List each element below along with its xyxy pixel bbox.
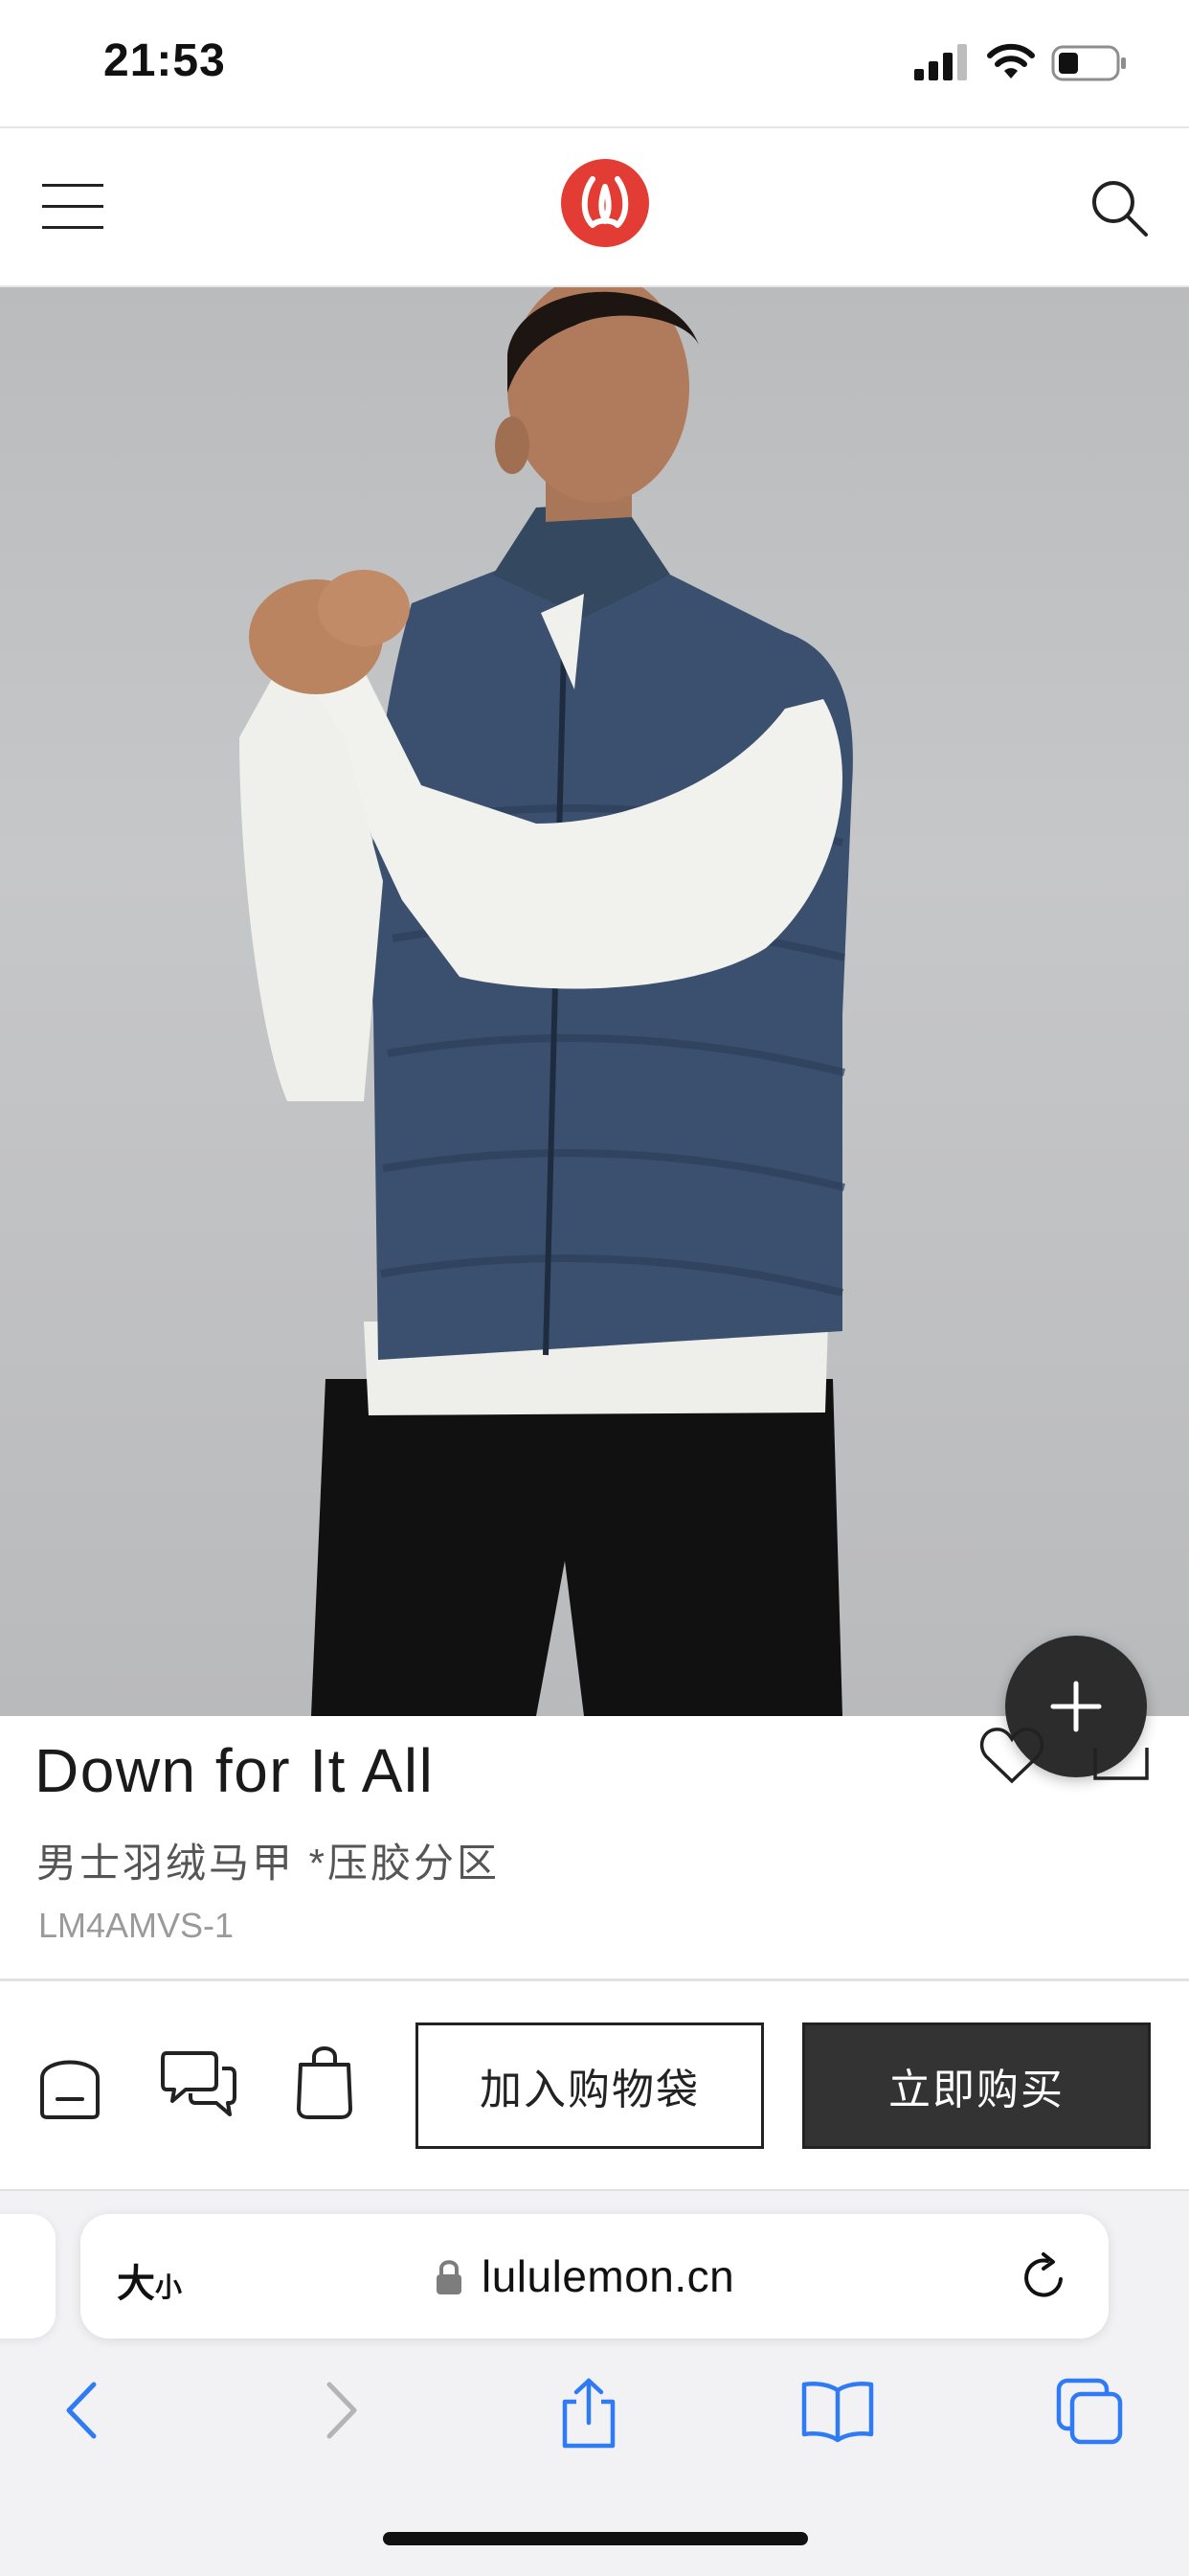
text-size-large-label: 大	[117, 2263, 155, 2305]
search-icon[interactable]	[1087, 175, 1154, 242]
back-icon[interactable]	[59, 2377, 107, 2449]
forward-icon[interactable]	[316, 2377, 364, 2449]
bookmarks-icon[interactable]	[800, 2377, 875, 2449]
wifi-icon	[986, 42, 1036, 85]
hamburger-menu-icon[interactable]	[38, 178, 107, 236]
buy-now-button[interactable]: 立即购买	[802, 2022, 1151, 2149]
add-to-bag-button[interactable]: 加入购物袋	[415, 2022, 764, 2149]
product-title: Down for It All	[34, 1736, 435, 1805]
lululemon-logo[interactable]	[560, 158, 650, 248]
url-text[interactable]: lululemon.cn	[482, 2250, 734, 2302]
lock-icon	[435, 2258, 463, 2301]
reload-icon[interactable]	[1019, 2252, 1068, 2307]
status-time: 21:53	[103, 35, 226, 86]
shopping-bag-icon[interactable]	[295, 2042, 354, 2125]
heart-icon[interactable]	[978, 1722, 1045, 1794]
cellular-signal-icon	[914, 44, 970, 85]
product-photo[interactable]	[0, 287, 1189, 1716]
share-icon[interactable]	[1088, 1719, 1155, 1791]
chat-icon[interactable]	[161, 2047, 237, 2123]
text-size-button[interactable]: 大小	[117, 2252, 182, 2308]
product-sku: LM4AMVS-1	[38, 1906, 235, 1945]
product-subtitle: 男士羽绒马甲 *压胶分区	[36, 1841, 501, 1886]
previous-tab-preview[interactable]	[0, 2214, 56, 2339]
share-icon[interactable]	[555, 2377, 622, 2454]
home-icon[interactable]	[36, 2049, 103, 2125]
text-size-small-label: 小	[155, 2272, 183, 2302]
tabs-icon[interactable]	[1055, 2377, 1124, 2451]
battery-icon	[1051, 44, 1128, 87]
home-indicator	[383, 2532, 808, 2545]
